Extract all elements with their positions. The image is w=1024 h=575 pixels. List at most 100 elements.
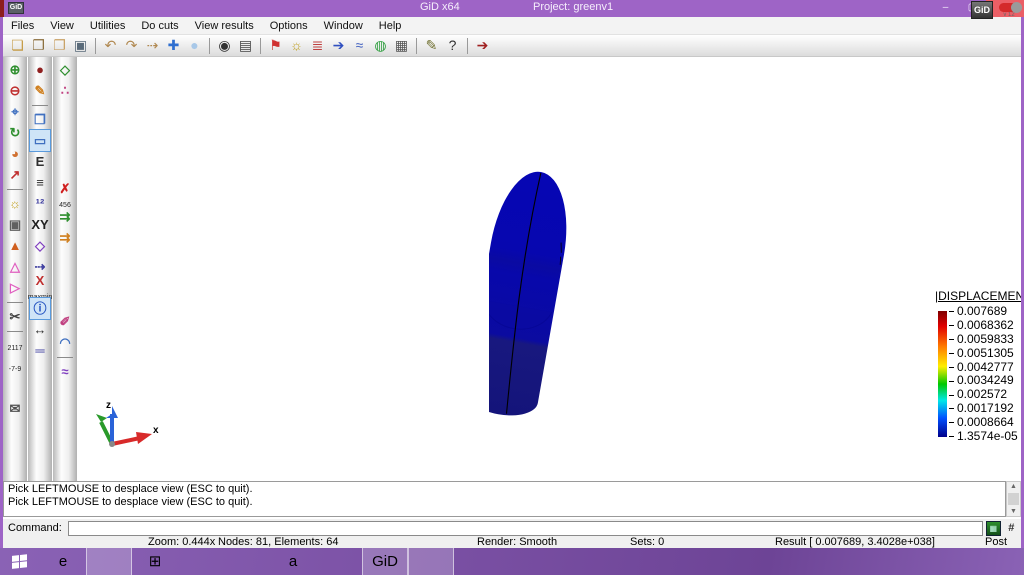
triangle-edit-icon[interactable]: ▷ [5,277,25,298]
menu-item[interactable]: Help [371,17,410,35]
menu-item[interactable]: Utilities [82,17,133,35]
message-scrollbar[interactable]: ▲ ▼ [1006,481,1021,517]
print-icon[interactable]: ▤ [236,36,255,55]
snapshot-camera-icon[interactable]: ◉ [215,36,234,55]
render-mode-icon[interactable]: ◕ [5,143,25,164]
layers-stack-icon[interactable]: ≣ [308,36,327,55]
rotate-view-left-icon[interactable]: ↶ [101,36,120,55]
smooth-contour-icon[interactable] [55,143,75,164]
status-nodes: Nodes: 81, Elements: 64 [218,536,339,548]
list-entities-icon[interactable]: ≡ [30,172,50,193]
toolbar-divider [413,36,420,55]
animate-icon[interactable]: ▦ [392,36,411,55]
display-vectors-icon[interactable]: ⇉ [55,206,75,227]
send-results-icon[interactable]: ✉ [5,398,25,419]
axes-xy-icon[interactable]: XY [30,214,50,235]
result-columns-icon[interactable] [55,101,75,122]
edit-page-icon[interactable]: ✎ [30,80,50,101]
notes-icon[interactable]: ✎ [422,36,441,55]
taskbar-gid-icon[interactable]: GiD [362,548,408,575]
minimize-button[interactable]: – [932,0,959,17]
zoom-in-icon[interactable]: ⊕ [5,59,25,80]
measure-vector-icon[interactable]: ↗ [5,164,25,185]
clip-frame-icon[interactable]: ▣ [5,214,25,235]
taskbar-amazon-icon[interactable]: a [270,548,316,575]
triangle-tool-icon[interactable]: △ [5,256,25,277]
legend-colorbar [938,311,947,437]
menu-item[interactable]: Files [3,17,42,35]
quit-door-icon[interactable]: ➔ [473,36,492,55]
cut-scissors-icon[interactable]: ✂ [5,306,25,327]
create-point-icon[interactable]: ● [30,59,50,80]
contour-limits-icon[interactable]: ▲ [5,235,25,256]
help-icon[interactable]: ? [443,36,462,55]
hide-numbers-icon[interactable]: ✗ 456 [55,181,75,209]
read-batch-icon[interactable]: ▦ [985,520,1001,536]
result-info-icon[interactable]: ⓘ [29,297,51,320]
taskbar-moviemaker-icon[interactable] [178,548,224,575]
color-bands-icon[interactable] [5,377,25,398]
import-project-icon[interactable]: ❐ [50,36,69,55]
scroll-up-icon[interactable]: ▲ [1010,482,1017,491]
zoom-sphere-icon[interactable]: ● [185,36,204,55]
rotate-step-icon[interactable]: ⇢ [143,36,162,55]
gid-logo-button[interactable]: GiD [971,1,993,19]
result-graph-icon[interactable]: ≈ [350,36,369,55]
start-button[interactable] [0,548,40,575]
display-vectors-alt-icon[interactable]: ⇉ [55,227,75,248]
result-stripes-icon[interactable] [55,269,75,290]
menu-item[interactable]: View results [187,17,262,35]
scroll-down-icon[interactable]: ▼ [1010,507,1017,516]
zoom-out-icon[interactable]: ⊖ [5,80,25,101]
min-scale-icon[interactable]: -7-9 [5,356,25,377]
view-results-icon[interactable]: ➔ [329,36,348,55]
menu-item[interactable]: Window [316,17,371,35]
menu-item[interactable]: View [42,17,82,35]
contour-flag-icon[interactable]: ⚑ [266,36,285,55]
min-max-result-icon[interactable]: Xmaxmin [28,273,53,301]
taskbar-explorer-icon[interactable] [86,548,132,575]
taskbar-store-icon[interactable]: ⊞ [132,548,178,575]
select-window-icon[interactable]: ▭ [29,129,51,152]
taskbar-photos-icon[interactable] [224,548,270,575]
icon-glyph: ▣ [8,216,22,232]
view-conditions-icon[interactable]: ☼ [287,36,306,55]
pan-view-icon[interactable]: ✚ [164,36,183,55]
legend-value: 0.0042777 [949,360,1018,374]
renumber-icon[interactable]: ¹² [30,193,50,214]
deformed-mesh-icon[interactable] [55,290,75,311]
menu-item[interactable]: Do cuts [133,17,186,35]
label-entities-icon[interactable]: E [30,151,50,172]
mesh-polygon-icon[interactable]: ◇ [55,59,75,80]
isometric-view-icon[interactable]: ◇ [30,235,50,256]
result-points-icon[interactable]: ∴ [55,80,75,101]
copy-entities-icon[interactable]: ❐ [30,109,50,130]
scrollbar-thumb[interactable] [1008,493,1019,505]
color-pencil-icon[interactable]: ✐ [55,311,75,332]
rotate-view-right-icon[interactable]: ↷ [122,36,141,55]
model-viewport[interactable]: z x |DISPLACEMENTS 0.007689 0.0068362 0.… [77,57,1021,481]
surface-dome-icon[interactable]: ◠ [55,332,75,353]
pan-grid-icon[interactable]: # [1004,521,1019,536]
taskbar-columns-app-icon[interactable] [408,548,454,575]
status-post: Post [985,536,1008,548]
taskbar-chrome-icon[interactable] [316,548,362,575]
open-project-icon[interactable]: ❐ [29,36,48,55]
max-scale-icon[interactable]: 2117 [5,335,25,356]
light-icon[interactable]: ☼ [5,193,25,214]
stream-ribbon-icon[interactable] [55,248,75,269]
contour-fill-band-icon[interactable] [55,122,75,143]
mesh-sphere-icon[interactable]: ◍ [371,36,390,55]
version-toggle[interactable]: v 12 [999,1,1022,18]
graph-window-icon[interactable]: ≈ [55,361,75,382]
dimension-line-icon[interactable]: ↔ [30,319,50,340]
command-input[interactable] [67,520,983,536]
toolbar-icon-glyph: ◉ [218,37,231,53]
save-project-icon[interactable]: ▣ [71,36,90,55]
parallel-lines-icon[interactable]: ═ [30,340,50,361]
menu-item[interactable]: Options [262,17,316,35]
taskbar-ie-icon[interactable]: e [40,548,86,575]
zoom-frame-icon[interactable]: ⌖ [5,101,25,122]
new-project-icon[interactable]: ❏ [8,36,27,55]
redraw-icon[interactable]: ↻ [5,122,25,143]
